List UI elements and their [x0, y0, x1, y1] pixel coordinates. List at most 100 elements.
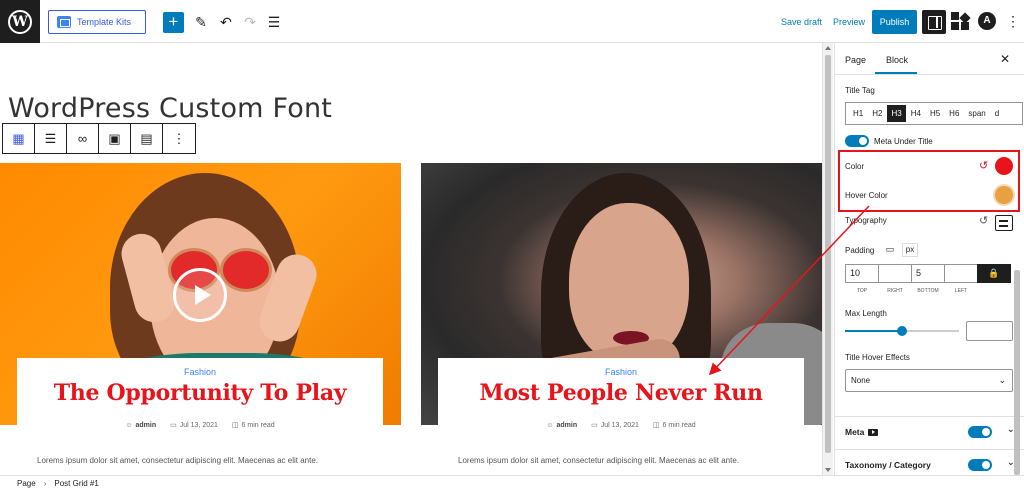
- tag-h5[interactable]: H5: [926, 105, 944, 122]
- padding-top-label: TOP: [856, 288, 868, 294]
- panel-taxonomy[interactable]: Taxonomy / Category ⌄: [835, 449, 1024, 475]
- panel-meta[interactable]: Meta ⌄: [835, 416, 1024, 446]
- preview-button[interactable]: Preview: [833, 17, 865, 27]
- chevron-right-icon: ›: [43, 478, 47, 488]
- template-kits-icon: [57, 16, 71, 28]
- tag-h4[interactable]: H4: [907, 105, 925, 122]
- reset-icon[interactable]: ↺: [979, 214, 988, 227]
- post-card-1: Fashion The Opportunity To Play: [17, 358, 383, 428]
- undo-icon[interactable]: ↶: [216, 12, 236, 32]
- blocks-icon[interactable]: [951, 12, 971, 30]
- padding-inputs: 10 5 🔒: [845, 264, 1011, 283]
- post-excerpt-2: Lorems ipsum dolor sit amet, consectetur…: [458, 456, 740, 465]
- breadcrumb-post-grid[interactable]: Post Grid #1: [54, 479, 98, 488]
- clock-icon: ◫: [231, 422, 239, 429]
- padding-right-label: RIGHT: [887, 288, 903, 294]
- select-value: None: [851, 376, 871, 385]
- calendar-icon: ▭: [170, 422, 177, 429]
- padding-right-input[interactable]: [878, 264, 912, 283]
- page-title[interactable]: WordPress Custom Font: [8, 93, 332, 124]
- tab-block[interactable]: Block: [886, 55, 908, 65]
- image-icon[interactable]: ▣: [99, 124, 131, 153]
- panel-title: Taxonomy / Category: [845, 460, 931, 470]
- max-length-slider-fill: [845, 330, 902, 332]
- post-category[interactable]: Fashion: [17, 367, 383, 377]
- pencil-icon[interactable]: ✎: [191, 12, 211, 32]
- close-icon[interactable]: ✕: [1000, 52, 1010, 66]
- tag-h1[interactable]: H1: [849, 105, 867, 122]
- tab-page[interactable]: Page: [845, 55, 866, 65]
- sidebar-tabs: Page Block ✕: [835, 43, 1024, 75]
- padding-unit[interactable]: px: [902, 243, 918, 257]
- settings-toggle-button[interactable]: [922, 10, 946, 34]
- astra-icon[interactable]: A: [978, 12, 996, 30]
- layout-icon[interactable]: ▤: [131, 124, 163, 153]
- post-meta-1: ☺ admin ▭ Jul 13, 2021 ◫ 6 min read: [17, 421, 383, 430]
- lock-icon[interactable]: 🔒: [977, 264, 1011, 283]
- editor-canvas[interactable]: WordPress Custom Font ▦ ☰ ∞ ▣ ▤ ⋮ Fashio…: [0, 43, 822, 475]
- title-tag-group: H1 H2 H3 H4 H5 H6 span d: [845, 102, 1023, 125]
- post-excerpt-1: Lorems ipsum dolor sit amet, consectetur…: [37, 456, 319, 465]
- padding-top-input[interactable]: 10: [845, 264, 879, 283]
- settings-sidebar: Page Block ✕ Title Tag H1 H2 H3 H4 H5 H6…: [834, 43, 1024, 475]
- redo-icon[interactable]: ↷: [240, 12, 260, 32]
- template-kits-button[interactable]: Template Kits: [48, 10, 146, 34]
- block-toolbar: ▦ ☰ ∞ ▣ ▤ ⋮: [2, 123, 196, 154]
- tag-h2[interactable]: H2: [868, 105, 886, 122]
- post-category[interactable]: Fashion: [438, 367, 804, 377]
- title-hover-effects-label: Title Hover Effects: [845, 353, 910, 362]
- tag-div[interactable]: d: [991, 105, 1003, 122]
- typography-label: Typography: [845, 216, 887, 225]
- padding-bottom-input[interactable]: 5: [911, 264, 945, 283]
- post-meta-2: ☺ admin ▭ Jul 13, 2021 ◫ 6 min read: [438, 421, 804, 430]
- post-card-2: Fashion Most People Never Run: [438, 358, 804, 428]
- max-length-input[interactable]: [966, 321, 1013, 341]
- youtube-icon: [868, 428, 879, 436]
- save-draft-button[interactable]: Save draft: [781, 17, 822, 27]
- wordpress-logo-button[interactable]: W: [0, 0, 40, 43]
- typography-settings-button[interactable]: [995, 215, 1013, 231]
- desktop-icon[interactable]: ▭: [883, 244, 897, 256]
- calendar-icon: ▭: [591, 422, 598, 429]
- user-icon: ☺: [125, 421, 133, 429]
- meta-panel-toggle[interactable]: [968, 426, 992, 438]
- align-icon[interactable]: ☰: [35, 124, 67, 153]
- read-time-meta: ◫ 6 min read: [231, 421, 275, 430]
- breadcrumb-page[interactable]: Page: [17, 479, 36, 488]
- wordpress-logo-icon: W: [8, 9, 32, 34]
- author-meta: ☺ admin: [546, 421, 578, 429]
- padding-bottom-label: BOTTOM: [917, 288, 939, 294]
- tag-h6[interactable]: H6: [945, 105, 963, 122]
- play-icon[interactable]: [173, 268, 227, 322]
- padding-left-input[interactable]: [944, 264, 978, 283]
- link-icon[interactable]: ∞: [67, 124, 99, 153]
- post-title[interactable]: Most People Never Run: [438, 380, 804, 406]
- author-meta: ☺ admin: [125, 421, 157, 429]
- panel-title: Meta: [845, 427, 879, 437]
- read-time-meta: ◫ 6 min read: [652, 421, 696, 430]
- taxonomy-panel-toggle[interactable]: [968, 459, 992, 471]
- user-icon: ☺: [546, 421, 554, 429]
- grid-icon[interactable]: ▦: [3, 124, 35, 153]
- meta-under-title-toggle[interactable]: [845, 135, 869, 147]
- publish-button[interactable]: Publish: [872, 10, 917, 34]
- template-kits-label: Template Kits: [77, 17, 132, 27]
- more-icon[interactable]: ⋮: [163, 124, 195, 153]
- canvas-scrollbar[interactable]: [822, 43, 833, 475]
- chevron-down-icon: ⌄: [998, 375, 1006, 385]
- breadcrumb: Page › Post Grid #1: [0, 475, 1024, 490]
- list-view-icon[interactable]: ☰: [264, 12, 284, 32]
- tag-h3[interactable]: H3: [887, 105, 906, 122]
- tag-span[interactable]: span: [964, 105, 989, 122]
- post-title[interactable]: The Opportunity To Play: [17, 380, 383, 406]
- meta-under-title-label: Meta Under Title: [874, 137, 933, 146]
- max-length-slider-handle[interactable]: [897, 326, 907, 336]
- padding-side-labels: TOP RIGHT BOTTOM LEFT: [845, 288, 977, 294]
- title-hover-effects-select[interactable]: None ⌄: [845, 369, 1013, 392]
- max-length-label: Max Length: [845, 309, 887, 318]
- editor-top-bar: W Template Kits + ✎ ↶ ↷ ☰ Save draft Pre…: [0, 0, 1024, 43]
- add-block-button[interactable]: +: [163, 12, 184, 33]
- more-options-icon[interactable]: ⋮: [1006, 12, 1020, 30]
- padding-label: Padding: [845, 246, 875, 255]
- sidebar-scrollbar[interactable]: [1014, 270, 1020, 475]
